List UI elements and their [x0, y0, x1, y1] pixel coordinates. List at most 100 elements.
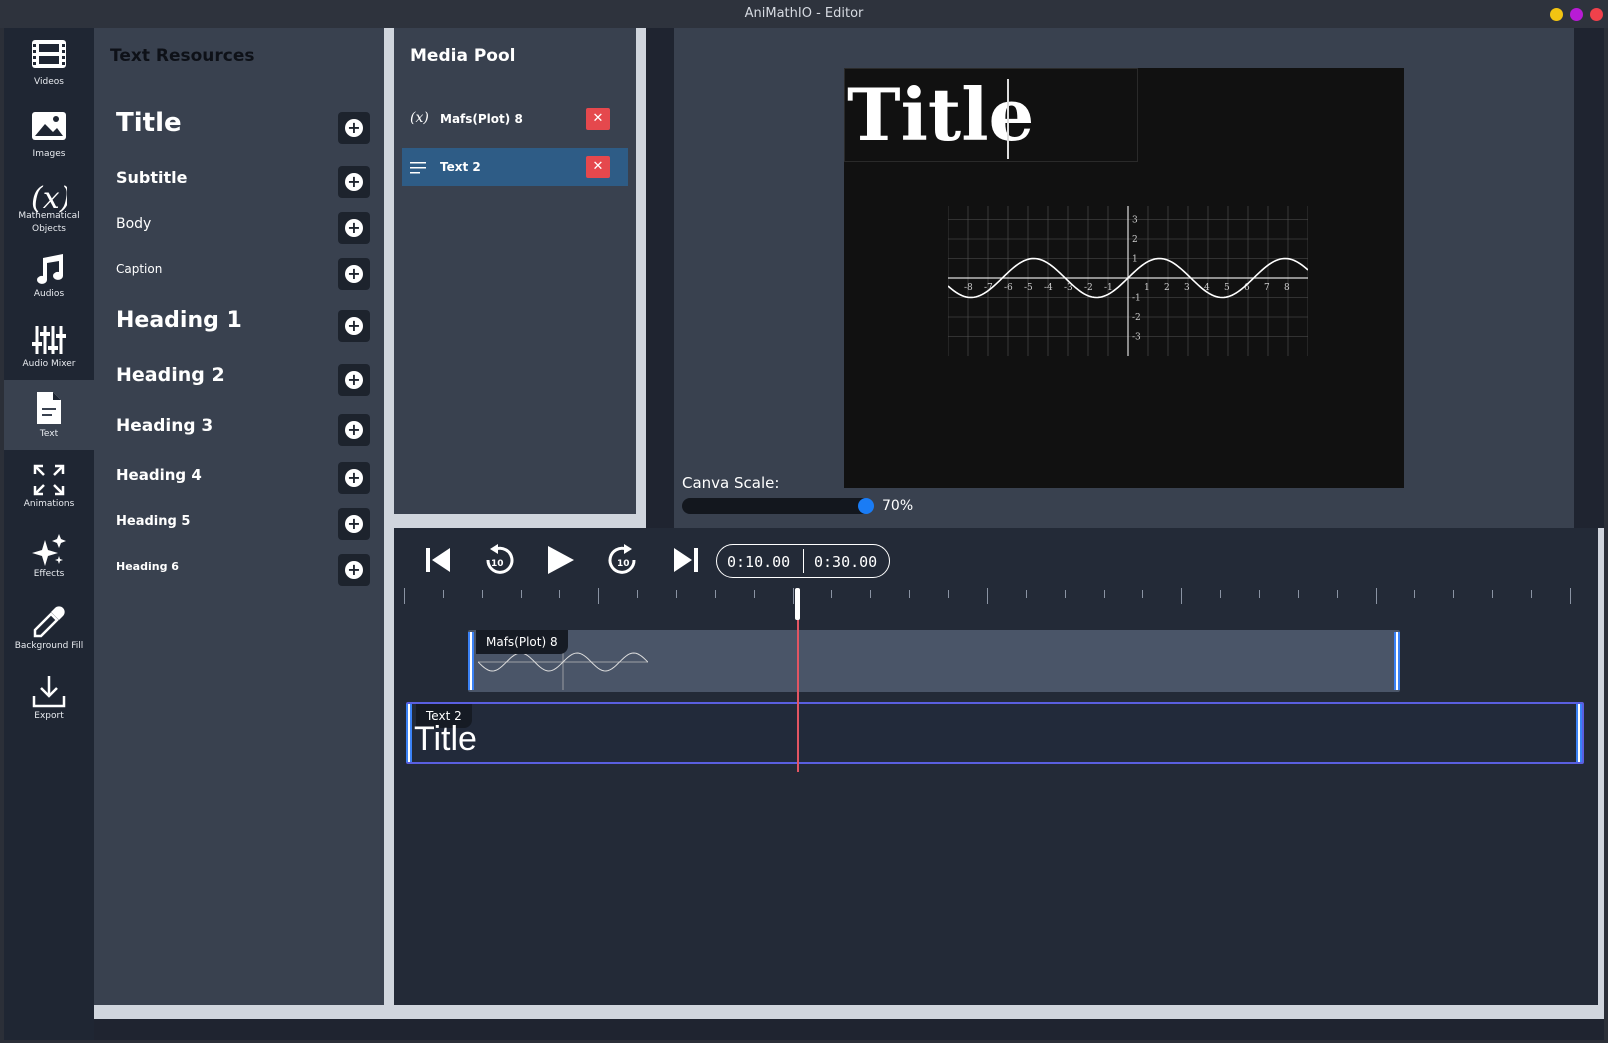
workspace-hscrollbar[interactable]: [94, 1005, 1604, 1019]
tool-background-fill[interactable]: Background Fill: [4, 594, 94, 664]
tool-label: Export: [34, 711, 64, 721]
tool-label: Audio Mixer: [22, 359, 76, 369]
document-text-icon: [37, 392, 61, 424]
text-resource-heading-4[interactable]: Heading 4: [116, 466, 366, 484]
text-resource-subtitle[interactable]: Subtitle: [116, 168, 366, 187]
tool-audio-mixer[interactable]: Audio Mixer: [4, 312, 94, 382]
plot-x-tick-label: 7: [1264, 283, 1270, 293]
timeline-clip-plot[interactable]: Mafs(Plot) 8: [468, 630, 1400, 692]
tool-export[interactable]: Export: [4, 664, 94, 734]
forward-10-button[interactable]: 10: [606, 542, 642, 578]
delete-media-button[interactable]: ✕: [586, 108, 610, 130]
skip-back-button[interactable]: [420, 542, 456, 578]
text-resources-scrollbar[interactable]: [384, 28, 394, 1018]
plus-icon: +: [345, 515, 363, 533]
add-title-button[interactable]: +: [338, 112, 370, 144]
plus-icon: +: [345, 421, 363, 439]
text-resource-heading-6[interactable]: Heading 6: [116, 560, 366, 573]
text-resource-heading-5[interactable]: Heading 5: [116, 514, 366, 529]
clip-start-handle[interactable]: [406, 704, 412, 762]
text-caret: [1007, 79, 1009, 159]
text-resource-title[interactable]: Title: [116, 108, 366, 138]
rewind-10-icon: 10: [486, 544, 514, 574]
timeline-clip-text[interactable]: Text 2 Title: [406, 702, 1584, 764]
plot-x-tick-label: -5: [1024, 283, 1033, 293]
text-resource-caption[interactable]: Caption: [116, 262, 366, 276]
play-button[interactable]: [542, 542, 578, 578]
add-heading-4-button[interactable]: +: [338, 462, 370, 494]
plus-icon: +: [345, 219, 363, 237]
media-pool-hscrollbar[interactable]: [394, 514, 640, 528]
add-body-button[interactable]: +: [338, 212, 370, 244]
timeline-ruler[interactable]: [404, 586, 1584, 608]
film-icon: [32, 40, 66, 68]
tool-text[interactable]: Text: [4, 380, 94, 450]
media-item-plot[interactable]: (x) Mafs(Plot) 8 ✕: [402, 100, 628, 138]
canvas-scale-value: 70%: [882, 498, 914, 514]
tool-images[interactable]: Images: [4, 100, 94, 170]
tool-label: Audios: [33, 289, 65, 299]
plot-x-tick-label: 8: [1284, 283, 1290, 293]
music-note-icon: [37, 254, 63, 284]
add-subtitle-button[interactable]: +: [338, 166, 370, 198]
tool-animations[interactable]: Animations: [4, 452, 94, 522]
clip-text-preview: Title: [414, 720, 477, 758]
plot-y-tick-label: -3: [1132, 333, 1141, 343]
window-title: AniMathIO - Editor: [744, 6, 864, 21]
tool-effects[interactable]: Effects: [4, 522, 94, 592]
text-resource-body[interactable]: Body: [116, 216, 366, 232]
media-pool-scrollbar[interactable]: [636, 28, 646, 528]
plot-x-tick-label: 1: [1144, 283, 1150, 293]
tool-label: Images: [32, 149, 66, 159]
left-toolbar: Videos Images (x) Mathematical Objects A…: [4, 28, 94, 1040]
clip-label: Mafs(Plot) 8: [476, 630, 568, 654]
text-resource-heading-2[interactable]: Heading 2: [116, 364, 366, 386]
plot-x-tick-label: 5: [1224, 283, 1230, 293]
plus-icon: +: [345, 371, 363, 389]
plot-y-tick-label: -1: [1132, 294, 1141, 304]
canvas-scale-knob[interactable]: [858, 498, 874, 514]
rewind-10-button[interactable]: 10: [480, 542, 516, 578]
maximize-button[interactable]: [1570, 8, 1583, 21]
plus-icon: +: [345, 317, 363, 335]
plot-y-tick-label: -2: [1132, 313, 1141, 323]
tool-audios[interactable]: Audios: [4, 242, 94, 312]
media-item-text[interactable]: Text 2 ✕: [402, 148, 628, 186]
canvas-scale-slider[interactable]: [682, 498, 872, 514]
delete-media-button[interactable]: ✕: [586, 156, 610, 178]
add-heading-5-button[interactable]: +: [338, 508, 370, 540]
current-time: 0:10.00: [727, 553, 791, 571]
tool-label: Animations: [23, 499, 75, 509]
skip-forward-button[interactable]: [668, 542, 704, 578]
canvas-title-element[interactable]: Title: [844, 68, 1138, 162]
text-resource-heading-3[interactable]: Heading 3: [116, 416, 366, 436]
add-caption-button[interactable]: +: [338, 258, 370, 290]
plot-x-tick-label: -8: [964, 283, 973, 293]
canvas-plot[interactable]: -8 -7 -6 -5 -4 -3 -2 -1 1 2 3 4 5 6 7 8321-1-2-3: [948, 206, 1308, 356]
clip-end-handle[interactable]: [1576, 704, 1582, 762]
close-button[interactable]: [1590, 8, 1603, 21]
tool-videos[interactable]: Videos: [4, 28, 94, 98]
add-heading-1-button[interactable]: +: [338, 310, 370, 342]
add-heading-3-button[interactable]: +: [338, 414, 370, 446]
add-heading-2-button[interactable]: +: [338, 364, 370, 396]
plus-icon: +: [345, 173, 363, 191]
add-heading-6-button[interactable]: +: [338, 554, 370, 586]
close-icon: ✕: [592, 111, 604, 126]
clip-end-handle[interactable]: [1394, 632, 1400, 690]
plot-x-tick-label: 3: [1184, 283, 1190, 293]
text-resource-heading-1[interactable]: Heading 1: [116, 308, 366, 333]
minimize-button[interactable]: [1550, 8, 1563, 21]
function-x-icon: (x): [410, 110, 429, 126]
tool-label: Effects: [33, 569, 65, 579]
panel-heading: Text Resources: [110, 46, 255, 66]
playhead-handle[interactable]: [795, 588, 800, 620]
timecode-display: 0:10.00 0:30.00: [716, 544, 890, 578]
panel-heading: Media Pool: [410, 46, 516, 66]
plot-x-tick-label: -2: [1084, 283, 1093, 293]
tool-mathematical-objects[interactable]: (x) Mathematical Objects: [4, 170, 94, 240]
play-icon: [548, 546, 574, 574]
editor-canvas[interactable]: Title -8 -7 -6 -5 -4 -3 -2 -1 1 2 3 4 5 6 7 8 3 2 1 -1 -2 -3: [844, 68, 1404, 488]
clip-start-handle[interactable]: [468, 632, 474, 690]
canvas-scale-label: Canva Scale:: [682, 474, 780, 492]
